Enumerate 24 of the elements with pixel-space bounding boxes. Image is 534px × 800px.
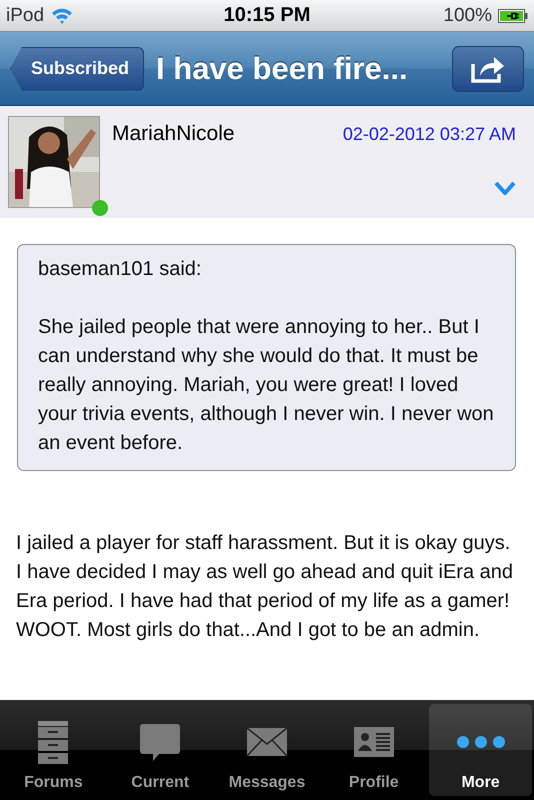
thread-title: I have been fire... [156, 50, 409, 86]
battery-percent: 100% [443, 4, 492, 26]
quote-attribution: baseman101 said: [38, 257, 202, 282]
tab[interactable]: More [429, 704, 532, 796]
speech-bubble-icon [139, 722, 182, 762]
share-button[interactable] [452, 46, 524, 92]
tab[interactable]: Messages [216, 704, 318, 796]
tab[interactable]: Profile [322, 704, 426, 796]
cabinet-icon [36, 719, 70, 765]
author-name[interactable]: MariahNicole [112, 122, 235, 146]
chevron-down-icon[interactable] [494, 180, 516, 196]
battery-icon [498, 8, 528, 22]
post-date: 02-02-2012 03:27 AM [342, 124, 516, 145]
device-name: iPod [6, 4, 44, 26]
clock: 10:15 PM [224, 4, 310, 27]
more-icon [454, 734, 507, 750]
wifi-icon [50, 6, 74, 24]
tab[interactable]: Forums [2, 704, 105, 796]
tab[interactable]: Current [108, 704, 212, 796]
contact-card-icon [352, 726, 395, 758]
quote-text: She jailed people that were annoying to her.. But I can understand why she would do that. It must be really annoying. Mariah, you were great! I loved your trivia events, although I never win. I never won an event before. [38, 315, 495, 456]
post-text: I jailed a player for staff harassment. But it is okay guys. I have decided I may as well go ahead and quit iEra and Era period. I have had that period of my life as a gamer! WOOT. Most girls do that...And I got to be an admin. [16, 531, 514, 643]
back-button[interactable]: Subscribed [10, 46, 144, 90]
envelope-icon [246, 727, 288, 757]
